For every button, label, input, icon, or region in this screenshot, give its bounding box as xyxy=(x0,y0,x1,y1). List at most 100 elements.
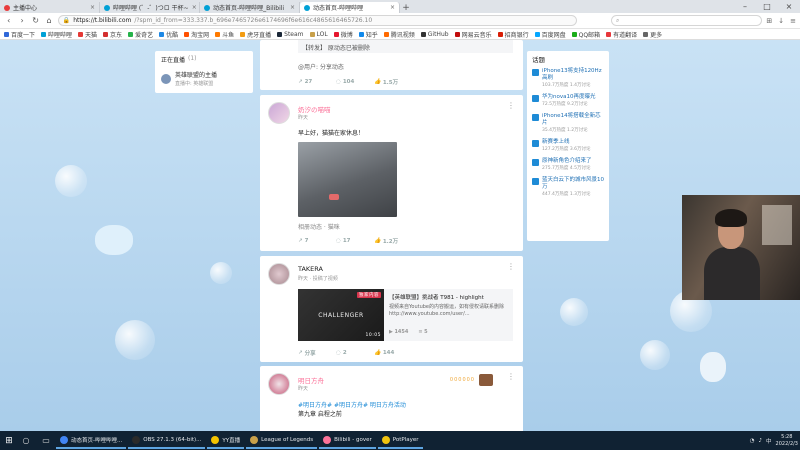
windows-start-icon[interactable]: ⊞ xyxy=(2,434,16,448)
back-icon[interactable]: ‹ xyxy=(4,16,13,25)
thumbnail-text: CHALLENGER xyxy=(318,311,364,319)
trending-item[interactable]: 新赛季上线 127.2万热度 3.6万讨论 xyxy=(532,139,604,152)
volume-icon[interactable]: ♪ xyxy=(759,438,763,444)
comment-button[interactable]: ◌ 104 xyxy=(336,78,374,86)
maximize-icon[interactable]: □ xyxy=(756,0,778,13)
close-window-icon[interactable]: × xyxy=(778,0,800,13)
browser-tab-3[interactable]: 动态首页-哔哩哔哩_Bilibili × xyxy=(200,2,300,13)
bookmark-item[interactable]: 优酷 xyxy=(159,30,178,39)
bookmark-item[interactable]: LOL xyxy=(309,31,328,38)
bookmark-item[interactable]: 百度一下 xyxy=(4,30,35,39)
taskbar-app-button[interactable]: 动态首页-哔哩哔哩... xyxy=(56,432,127,449)
trending-item[interactable]: iPhone14将搭载全新芯片 35.4万热度 1.2万讨论 xyxy=(532,113,604,133)
taskbar-search-icon[interactable]: ○ xyxy=(16,436,36,445)
post-text[interactable]: #明日方舟# #明日方舟# 明日方舟活动 xyxy=(298,400,406,409)
more-options-icon[interactable]: ⋮ xyxy=(507,372,515,381)
bookmark-favicon-icon xyxy=(358,31,364,37)
system-tray: ◔ ♪ 中 5:28 2022/2/3 xyxy=(750,434,798,448)
share-button[interactable]: ↗ 7 xyxy=(298,237,336,245)
home-icon[interactable]: ⌂ xyxy=(44,16,53,25)
close-icon[interactable]: × xyxy=(90,4,95,11)
system-clock[interactable]: 5:28 2022/2/3 xyxy=(776,434,798,448)
post-author-name[interactable]: TAKERA xyxy=(298,265,323,273)
new-tab-button[interactable]: + xyxy=(400,2,412,13)
bookmark-item[interactable]: 斗鱼 xyxy=(215,30,234,39)
bookmark-item[interactable]: Steam xyxy=(277,31,304,38)
bookmark-item[interactable]: 招商银行 xyxy=(497,30,529,39)
more-options-icon[interactable]: ⋮ xyxy=(507,101,515,110)
browser-tab-1[interactable]: 主播中心 × xyxy=(0,2,100,13)
comment-button[interactable]: ◌ 2 xyxy=(336,349,374,357)
taskbar-app-button[interactable]: OBS 27.1.3 (64-bit)... xyxy=(128,432,206,449)
trending-item[interactable]: 华为nova10再度曝光 72.5万热度 9.2万讨论 xyxy=(532,94,604,107)
trending-item[interactable]: 原神新角色介绍来了 275.7万热度 4.5万讨论 xyxy=(532,158,604,171)
bookmark-favicon-icon xyxy=(497,31,503,37)
video-title[interactable]: 【英雄联盟】挑战者 T981 - highlight xyxy=(389,293,509,301)
post-image[interactable] xyxy=(298,142,397,217)
video-thumbnail[interactable]: CHALLENGER 独家内容 10:05 xyxy=(298,289,384,341)
bookmark-item[interactable]: 有道翻译 xyxy=(606,30,637,39)
like-button[interactable]: 👍 1.5万 xyxy=(374,78,412,86)
bookmark-item[interactable]: 更多 xyxy=(643,30,662,39)
bookmark-item[interactable]: 网易云音乐 xyxy=(454,30,492,39)
repost-block[interactable]: 【转发】 原动态已被删除 xyxy=(298,40,513,53)
trending-item[interactable]: iPhone13将支持120Hz高刷 103.7万热度 1.4万讨论 xyxy=(532,68,604,88)
post-author-name[interactable]: 明日方舟 xyxy=(298,375,324,385)
bookmark-item[interactable]: 爱奇艺 xyxy=(128,30,153,39)
browser-tab-2[interactable]: 哔哩哔哩 (゜-゜)つロ 干杯~ × xyxy=(100,2,200,13)
address-bar[interactable]: 🔒 https://t.bilibili.com/?spm_id_from=33… xyxy=(57,15,577,26)
browser-tab-4-active[interactable]: 动态首页-哔哩哔哩 × xyxy=(300,2,400,13)
live-streamer-item[interactable]: 英雄联盟的主播 直播中: 英雄联盟 xyxy=(161,70,247,87)
avatar[interactable] xyxy=(268,263,290,285)
taskbar-app-button[interactable]: PotPlayer xyxy=(377,432,423,449)
feed-actions: ↗ 7 ◌ 17 👍 1.2万 xyxy=(298,237,412,245)
bookmark-item[interactable]: GitHub xyxy=(420,31,449,38)
bookmark-item[interactable]: 腾讯视频 xyxy=(383,30,415,39)
bookmark-item[interactable]: QQ邮箱 xyxy=(571,30,600,39)
post-tag[interactable]: 相册动态 · 猫咪 xyxy=(298,222,340,231)
trending-topic-title[interactable]: iPhone14将搭载全新芯片 xyxy=(542,113,604,127)
close-icon[interactable]: × xyxy=(192,4,197,11)
bookmark-item[interactable]: 百度网盘 xyxy=(534,30,566,39)
menu-icon[interactable]: ≡ xyxy=(790,17,796,25)
share-button[interactable]: ↗ 27 xyxy=(298,78,336,86)
task-view-icon[interactable]: ▭ xyxy=(36,436,56,445)
video-card[interactable]: CHALLENGER 独家内容 10:05 【英雄联盟】挑战者 T981 - h… xyxy=(298,289,513,341)
bookmark-item[interactable]: 京东 xyxy=(103,30,122,39)
taskbar-app-button[interactable]: YY直播 xyxy=(207,432,245,449)
like-button[interactable]: 👍 1.2万 xyxy=(374,237,412,245)
network-icon[interactable]: ◔ xyxy=(750,438,755,444)
avatar[interactable] xyxy=(268,102,290,124)
trending-topic-title[interactable]: 华为nova10再度曝光 xyxy=(542,94,595,101)
more-options-icon[interactable]: ⋮ xyxy=(507,262,515,271)
trending-topic-title[interactable]: 新赛季上线 xyxy=(542,139,590,146)
trending-topic-title[interactable]: iPhone13将支持120Hz高刷 xyxy=(542,68,604,82)
reload-icon[interactable]: ↻ xyxy=(31,16,40,25)
download-icon[interactable]: ↓ xyxy=(778,17,784,25)
bookmark-item[interactable]: 虎牙直播 xyxy=(240,30,271,39)
share-button[interactable]: ↗ 分享 xyxy=(298,349,336,357)
bookmark-item[interactable]: 天猫 xyxy=(78,30,97,39)
close-icon[interactable]: × xyxy=(290,4,295,11)
trending-item[interactable]: 蓝天白云下的城市风景10万 447.4万热度 1.3万讨论 xyxy=(532,177,604,197)
forward-icon[interactable]: › xyxy=(17,16,26,25)
trending-topic-title[interactable]: 蓝天白云下的城市风景10万 xyxy=(542,177,604,191)
bookmark-item[interactable]: 知乎 xyxy=(358,30,378,39)
search-input[interactable]: ⌕ xyxy=(610,15,763,26)
live-now-card[interactable]: 正在直播 (1) 英雄联盟的主播 直播中: 英雄联盟 xyxy=(155,51,253,93)
input-method-icon[interactable]: 中 xyxy=(766,437,772,445)
extension-icon[interactable]: ⊞ xyxy=(766,17,772,25)
trending-topic-title[interactable]: 原神新角色介绍来了 xyxy=(542,158,592,165)
app-icon xyxy=(132,435,141,444)
avatar[interactable] xyxy=(268,373,290,395)
bookmark-item[interactable]: 哔哩哔哩 xyxy=(41,30,72,39)
bookmark-item[interactable]: 淘宝网 xyxy=(184,30,209,39)
minimize-icon[interactable]: – xyxy=(734,0,756,13)
close-icon[interactable]: × xyxy=(390,4,395,11)
post-author-name[interactable]: 奶汐の喵喵 xyxy=(298,104,331,114)
comment-button[interactable]: ◌ 17 xyxy=(336,237,374,245)
bookmark-item[interactable]: 微博 xyxy=(333,30,353,39)
taskbar-app-button[interactable]: League of Legends xyxy=(246,432,318,449)
taskbar-app-button[interactable]: Bilibili - gover xyxy=(319,432,376,449)
like-button[interactable]: 👍 144 xyxy=(374,349,412,357)
